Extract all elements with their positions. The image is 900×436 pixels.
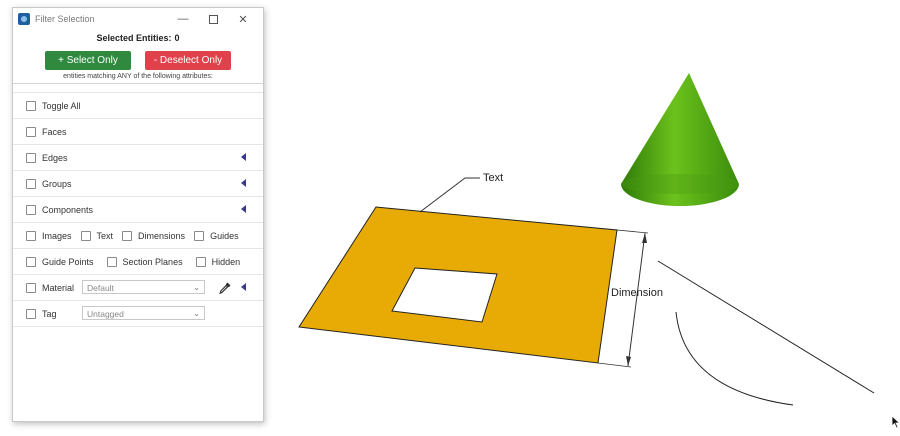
hidden-checkbox[interactable]	[195, 256, 206, 267]
window-title: Filter Selection	[35, 14, 95, 24]
components-expand-arrow-icon[interactable]	[241, 205, 246, 213]
text-leader	[419, 177, 480, 213]
maximize-button[interactable]	[198, 8, 228, 30]
text-option[interactable]: Text	[80, 230, 114, 241]
deselect-only-button[interactable]: - Deselect Only	[145, 51, 231, 70]
toggle-all-checkbox[interactable]	[26, 100, 36, 111]
images-label: Images	[42, 230, 72, 241]
section-planes-label: Section Planes	[122, 256, 183, 267]
material-label: Material	[42, 282, 75, 293]
toggle-all-row[interactable]: Toggle All	[13, 92, 263, 119]
hidden-label: Hidden	[211, 256, 241, 267]
header-divider	[13, 83, 263, 84]
dimension-line	[627, 232, 646, 367]
tag-select-value: Untagged	[87, 309, 124, 319]
hidden-option[interactable]: Hidden	[195, 256, 241, 267]
tag-checkbox[interactable]	[26, 308, 36, 319]
toggle-all-label: Toggle All	[42, 100, 81, 111]
groups-expand-arrow-icon[interactable]	[241, 179, 246, 187]
dimensions-option[interactable]: Dimensions	[122, 230, 186, 241]
edges-label: Edges	[42, 152, 68, 163]
scene-text-label: Text	[483, 172, 504, 184]
material-select-value: Default	[87, 283, 114, 293]
section-planes-option[interactable]: Section Planes	[106, 256, 183, 267]
guide-section-hidden-row: Guide Points Section Planes Hidden	[13, 249, 263, 275]
edge-line	[657, 260, 875, 394]
selected-entities-label: Selected Entities:	[96, 33, 172, 43]
selection-header: Selected Entities: 0 + Select Only - Dese…	[13, 33, 263, 83]
groups-checkbox[interactable]	[26, 178, 36, 189]
app-icon	[18, 13, 30, 25]
material-select[interactable]: Default ⌄	[82, 280, 205, 294]
groups-label: Groups	[42, 178, 72, 189]
close-button[interactable]: ✕	[228, 8, 258, 30]
edge-arc	[675, 311, 794, 406]
section-planes-checkbox[interactable]	[106, 256, 117, 267]
misc-types-row: Images Text Dimensions Guides	[13, 223, 263, 249]
images-checkbox[interactable]	[26, 230, 36, 241]
guides-option[interactable]: Guides	[194, 230, 239, 241]
text-checkbox[interactable]	[80, 230, 91, 241]
eyedropper-icon[interactable]	[218, 281, 232, 295]
selected-entities-count: 0	[174, 33, 180, 43]
guide-points-option[interactable]: Guide Points	[26, 256, 94, 267]
dimensions-label: Dimensions	[138, 230, 186, 241]
groups-row[interactable]: Groups	[13, 171, 263, 197]
maximize-icon	[208, 14, 218, 24]
face-with-hole	[298, 206, 618, 364]
text-label: Text	[96, 230, 114, 241]
guide-points-label: Guide Points	[42, 256, 94, 267]
tag-select[interactable]: Untagged ⌄	[82, 306, 205, 320]
select-only-button[interactable]: + Select Only	[45, 51, 131, 70]
components-label: Components	[42, 204, 94, 215]
chevron-down-icon: ⌄	[193, 309, 200, 318]
scene-dimension-label: Dimension	[611, 287, 663, 299]
material-row: Material Default ⌄	[13, 275, 263, 301]
edges-expand-arrow-icon[interactable]	[241, 153, 246, 161]
faces-label: Faces	[42, 126, 67, 137]
guides-checkbox[interactable]	[194, 230, 205, 241]
guide-points-checkbox[interactable]	[26, 256, 36, 267]
selected-entities: Selected Entities: 0	[13, 33, 263, 45]
faces-row[interactable]: Faces	[13, 119, 263, 145]
guides-label: Guides	[210, 230, 239, 241]
material-checkbox[interactable]	[26, 282, 36, 293]
components-row[interactable]: Components	[13, 197, 263, 223]
filter-selection-dialog: Filter Selection — ✕ Selected Entities: 0…	[12, 7, 264, 422]
material-expand-arrow-icon[interactable]	[241, 283, 246, 291]
mouse-cursor-icon	[891, 415, 900, 429]
chevron-down-icon: ⌄	[193, 283, 200, 292]
action-buttons: + Select Only - Deselect Only	[13, 51, 263, 70]
images-option[interactable]: Images	[26, 230, 72, 241]
faces-checkbox[interactable]	[26, 126, 36, 137]
edges-row[interactable]: Edges	[13, 145, 263, 171]
filter-hint: entities matching ANY of the following a…	[63, 73, 213, 80]
components-checkbox[interactable]	[26, 204, 36, 215]
title-bar[interactable]: Filter Selection — ✕	[13, 8, 263, 30]
tag-label: Tag	[42, 308, 57, 319]
dimensions-checkbox[interactable]	[122, 230, 133, 241]
minimize-button[interactable]: —	[168, 8, 198, 30]
tag-row: Tag Untagged ⌄	[13, 301, 263, 327]
edges-checkbox[interactable]	[26, 152, 36, 163]
